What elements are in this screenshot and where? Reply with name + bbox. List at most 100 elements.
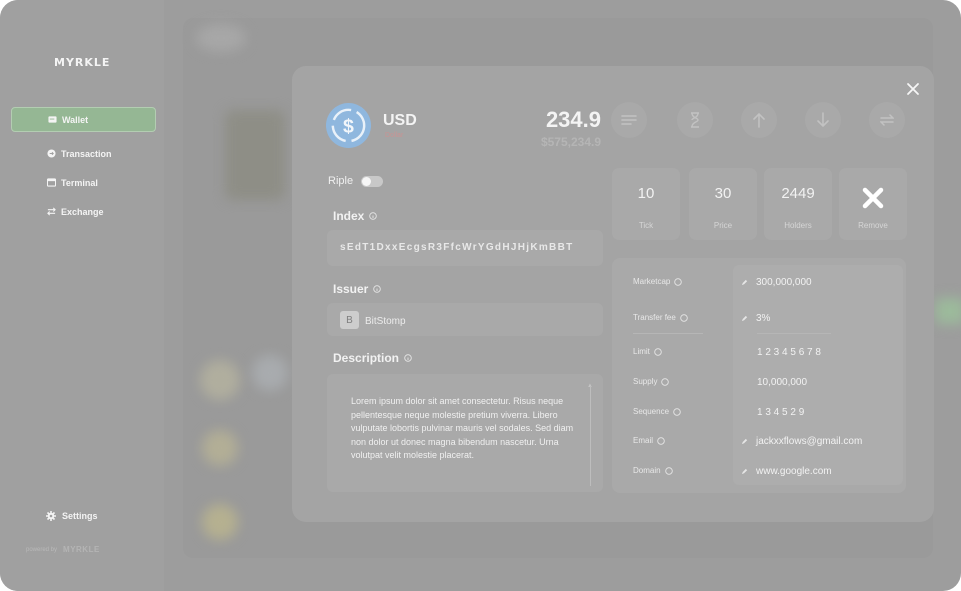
toggle-label: Riple <box>328 175 354 187</box>
sidebar-item-terminal[interactable]: Terminal <box>11 170 156 195</box>
sidebar-item-label: Wallet <box>62 114 89 125</box>
description-scrollbar[interactable] <box>590 386 591 486</box>
coin-balance-usd: $575,234.9 <box>540 135 601 149</box>
pencil-icon <box>741 468 748 475</box>
send-button[interactable] <box>741 102 777 138</box>
stat-value: 30 <box>714 185 732 202</box>
info-icon <box>654 347 662 356</box>
brand-logo: MYRKLE <box>54 56 111 69</box>
index-section: Index <box>333 209 378 223</box>
coin-symbol: USD <box>383 112 417 129</box>
background-blur <box>202 430 238 466</box>
sidebar-item-label: Transaction <box>61 148 112 159</box>
prop-supply-label: Supply <box>633 377 670 386</box>
background-blur <box>935 298 961 324</box>
usd-coin-icon: $ <box>325 102 372 149</box>
stat-tick: 10 Tick <box>612 168 680 240</box>
background-blur <box>252 355 288 391</box>
exchange-icon <box>47 207 56 216</box>
info-icon <box>680 313 688 322</box>
stat-value: 10 <box>637 185 655 202</box>
description-section: Description <box>333 351 412 365</box>
settings-label: Settings <box>62 511 98 521</box>
prop-domain-value[interactable]: www.google.com <box>741 466 832 477</box>
transaction-icon <box>47 149 56 158</box>
sidebar-item-label: Exchange <box>61 206 104 217</box>
remove-icon <box>862 187 884 209</box>
prop-email-label: Email <box>633 436 665 445</box>
prop-email-value[interactable]: jackxxflows@gmail.com <box>741 436 862 447</box>
description-label: Description <box>333 351 400 365</box>
powered-by: powered by MYRKLE <box>26 545 100 554</box>
info-icon <box>373 285 382 293</box>
stat-label: Holders <box>784 221 812 230</box>
coin-subtitle: Dollar <box>385 132 404 139</box>
stat-label: Tick <box>638 221 654 230</box>
stat-holders: 2449 Holders <box>764 168 832 240</box>
prop-marketcap-label: Marketcap <box>633 277 683 286</box>
sidebar-item-label: Terminal <box>61 177 98 188</box>
remove-label: Remove <box>858 221 888 230</box>
prop-sequence-value: 1 3 4 5 2 9 <box>757 407 805 418</box>
issuer-logo: B <box>340 311 359 329</box>
background-blur <box>225 110 285 200</box>
prop-limit-label: Limit <box>633 347 662 356</box>
swap-icon <box>880 114 894 126</box>
app-window: MYRKLE Wallet Transaction Terminal Excha… <box>0 0 961 591</box>
prop-domain-label: Domain <box>633 466 673 475</box>
hourglass-icon <box>691 112 699 128</box>
info-icon <box>673 407 681 416</box>
svg-text:$: $ <box>343 115 354 137</box>
settings-button[interactable]: Settings <box>46 511 98 521</box>
menu-button[interactable] <box>611 102 647 138</box>
arrow-up-icon <box>753 112 765 128</box>
close-icon[interactable] <box>906 82 920 96</box>
index-value: sEdT1DxxEcgsR3FfcWrYGdHJHjKmBBT <box>340 242 574 253</box>
index-label: Index <box>333 209 365 223</box>
background-blur <box>196 24 246 52</box>
prop-limit-value: 1 2 3 4 5 6 7 8 <box>757 347 821 358</box>
issuer-label: Issuer <box>333 282 369 296</box>
riple-toggle[interactable] <box>361 176 383 187</box>
menu-icon <box>621 115 637 125</box>
info-icon <box>369 212 378 220</box>
pencil-icon <box>741 315 748 322</box>
terminal-icon <box>47 178 56 187</box>
issuer-section: Issuer <box>333 282 382 296</box>
divider <box>633 333 703 334</box>
prop-marketcap-value[interactable]: 300,000,000 <box>741 277 812 288</box>
sidebar: MYRKLE Wallet Transaction Terminal Excha… <box>0 0 164 591</box>
powered-by-text: powered by <box>26 546 58 553</box>
wallet-icon <box>48 116 57 123</box>
stat-price: 30 Price <box>689 168 757 240</box>
swap-button[interactable] <box>869 102 905 138</box>
properties-values <box>733 265 903 485</box>
stat-label: Price <box>713 221 733 230</box>
gear-icon <box>46 511 56 521</box>
info-icon <box>664 466 673 475</box>
background-blur <box>202 504 238 540</box>
sidebar-item-exchange[interactable]: Exchange <box>11 199 156 224</box>
prop-transfer-fee-label: Transfer fee <box>633 313 688 322</box>
pencil-icon <box>741 279 748 286</box>
sidebar-item-transaction[interactable]: Transaction <box>11 141 156 166</box>
sidebar-item-wallet[interactable]: Wallet <box>11 107 156 132</box>
prop-transfer-fee-value[interactable]: 3% <box>741 313 770 324</box>
info-icon <box>661 377 670 386</box>
issuer-name: BitStomp <box>365 316 406 327</box>
info-icon <box>404 354 412 362</box>
info-icon <box>674 277 683 286</box>
coin-balance: 234.9 <box>545 107 601 132</box>
background-blur <box>200 360 240 400</box>
remove-button[interactable]: Remove <box>839 168 907 240</box>
history-button[interactable] <box>677 102 713 138</box>
powered-by-brand: MYRKLE <box>63 545 100 554</box>
pencil-icon <box>741 438 748 445</box>
divider <box>757 333 831 334</box>
stat-value: 2449 <box>781 185 815 202</box>
arrow-down-icon <box>817 112 829 128</box>
info-icon <box>657 436 665 445</box>
description-text: Lorem ipsum dolor sit amet consectetur. … <box>351 396 574 460</box>
prop-supply-value: 10,000,000 <box>757 377 808 388</box>
receive-button[interactable] <box>805 102 841 138</box>
